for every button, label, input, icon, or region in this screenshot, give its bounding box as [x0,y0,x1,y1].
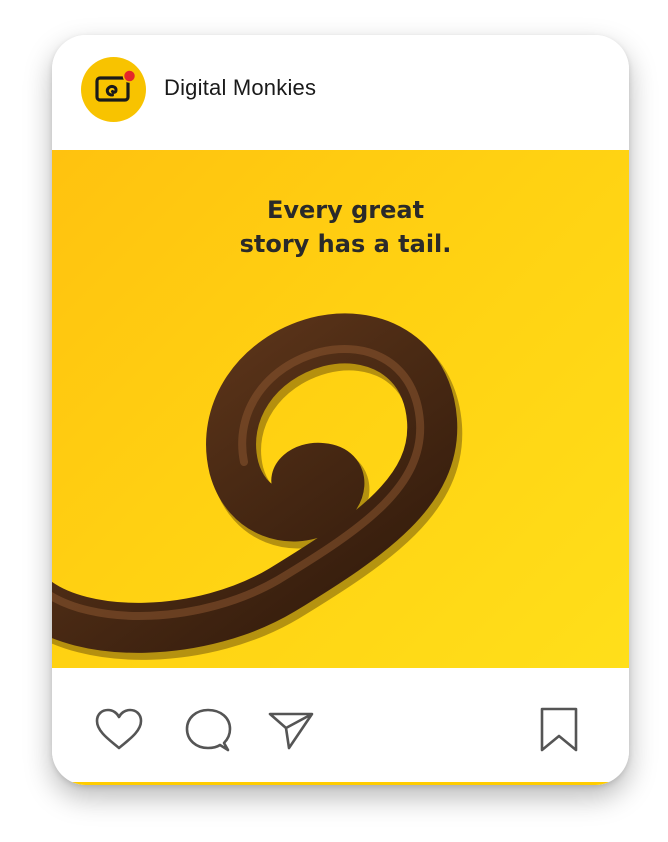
camera-logo-icon [95,69,137,102]
post-header: Digital Monkies [52,35,629,150]
avatar[interactable] [81,57,146,122]
send-icon[interactable] [267,708,315,752]
heart-icon[interactable] [93,706,145,752]
monkey-tail-illustration [52,313,463,660]
account-name[interactable]: Digital Monkies [164,75,316,101]
post-card: Digital Monkies Every great story has a … [52,35,629,785]
post-actions-bar [52,668,629,785]
bookmark-icon[interactable] [538,706,580,754]
post-image: Every great story has a tail. [52,150,629,668]
comment-icon[interactable] [183,706,233,756]
